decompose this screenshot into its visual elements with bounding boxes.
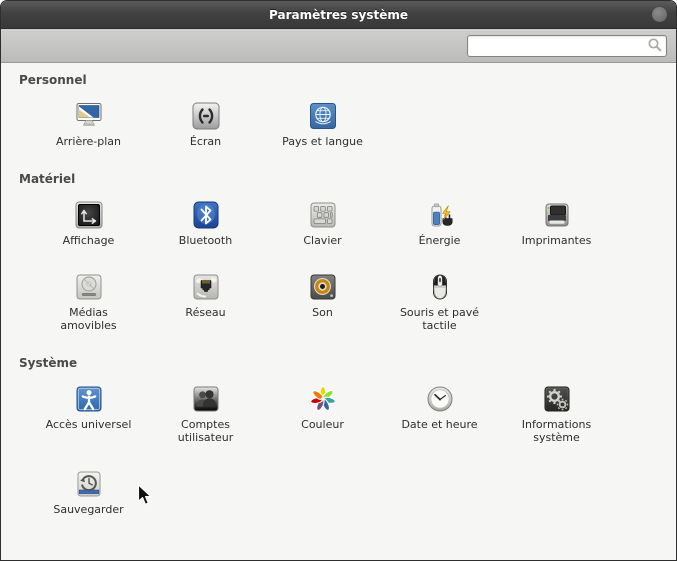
settings-item-color[interactable]: Couleur bbox=[264, 383, 381, 444]
section-header: Matériel bbox=[19, 172, 676, 186]
settings-item-user-accounts[interactable]: Comptes utilisateur bbox=[147, 383, 264, 444]
settings-item-region-language[interactable]: Pays et langue bbox=[264, 100, 381, 148]
settings-item-label: Énergie bbox=[419, 234, 461, 247]
settings-item-sound[interactable]: Son bbox=[264, 271, 381, 332]
settings-item-label: Sauvegarder bbox=[53, 503, 123, 516]
mouse-touchpad-icon bbox=[424, 271, 456, 303]
settings-item-label: Réseau bbox=[185, 306, 225, 319]
settings-item-label: Accès universel bbox=[46, 418, 132, 431]
backup-icon bbox=[73, 468, 105, 500]
settings-item-mouse-touchpad[interactable]: Souris et pavé tactile bbox=[381, 271, 498, 332]
background-icon bbox=[73, 100, 105, 132]
printers-icon bbox=[541, 199, 573, 231]
search-input[interactable] bbox=[467, 35, 667, 57]
region-language-icon bbox=[307, 100, 339, 132]
settings-item-label: Comptes utilisateur bbox=[178, 418, 234, 444]
bluetooth-icon bbox=[190, 199, 222, 231]
screen-icon bbox=[190, 100, 222, 132]
settings-item-date-time[interactable]: Date et heure bbox=[381, 383, 498, 444]
settings-item-backup[interactable]: Sauvegarder bbox=[30, 468, 147, 516]
settings-item-label: Informations système bbox=[522, 418, 591, 444]
titlebar[interactable]: Paramètres système bbox=[1, 1, 676, 29]
display-icon bbox=[73, 199, 105, 231]
settings-item-universal-access[interactable]: Accès universel bbox=[30, 383, 147, 444]
settings-item-bluetooth[interactable]: Bluetooth bbox=[147, 199, 264, 247]
removable-media-icon bbox=[73, 271, 105, 303]
settings-content: Personnel Arrière-plan Écran Pays et lan… bbox=[1, 63, 676, 560]
sound-icon bbox=[307, 271, 339, 303]
settings-item-label: Clavier bbox=[303, 234, 341, 247]
settings-item-network[interactable]: Réseau bbox=[147, 271, 264, 332]
date-time-icon bbox=[424, 383, 456, 415]
settings-item-label: Imprimantes bbox=[522, 234, 592, 247]
section-header: Système bbox=[19, 356, 676, 370]
settings-item-label: Date et heure bbox=[401, 418, 477, 431]
settings-item-label: Couleur bbox=[301, 418, 344, 431]
section-grid: Accès universel Comptes utilisateur Coul… bbox=[30, 383, 676, 516]
section-grid: Arrière-plan Écran Pays et langue bbox=[30, 100, 676, 148]
settings-item-label: Bluetooth bbox=[179, 234, 232, 247]
section-grid: Affichage Bluetooth Clavier Énergie Impr… bbox=[30, 199, 676, 332]
settings-item-printers[interactable]: Imprimantes bbox=[498, 199, 615, 247]
window-title: Paramètres système bbox=[269, 8, 408, 22]
toolbar bbox=[1, 29, 676, 63]
section-systeme: Système Accès universel Comptes utilisat… bbox=[1, 356, 676, 516]
settings-item-removable-media[interactable]: Médias amovibles bbox=[30, 271, 147, 332]
settings-item-keyboard[interactable]: Clavier bbox=[264, 199, 381, 247]
settings-item-label: Pays et langue bbox=[282, 135, 363, 148]
settings-item-power[interactable]: Énergie bbox=[381, 199, 498, 247]
keyboard-icon bbox=[307, 199, 339, 231]
settings-item-label: Écran bbox=[190, 135, 221, 148]
settings-sections: Personnel Arrière-plan Écran Pays et lan… bbox=[1, 73, 676, 516]
universal-access-icon bbox=[73, 383, 105, 415]
titlebar-button[interactable] bbox=[652, 7, 667, 22]
system-settings-window: Paramètres système Personnel Arrière-pla… bbox=[0, 0, 677, 561]
settings-item-label: Médias amovibles bbox=[60, 306, 116, 332]
color-icon bbox=[307, 383, 339, 415]
section-materiel: Matériel Affichage Bluetooth Clavier Éne… bbox=[1, 172, 676, 332]
settings-item-label: Affichage bbox=[63, 234, 115, 247]
settings-item-display[interactable]: Affichage bbox=[30, 199, 147, 247]
power-icon bbox=[424, 199, 456, 231]
settings-item-system-info[interactable]: Informations système bbox=[498, 383, 615, 444]
user-accounts-icon bbox=[190, 383, 222, 415]
settings-item-label: Arrière-plan bbox=[56, 135, 121, 148]
settings-item-label: Souris et pavé tactile bbox=[400, 306, 479, 332]
search-field-wrap bbox=[467, 34, 667, 56]
network-icon bbox=[190, 271, 222, 303]
section-personnel: Personnel Arrière-plan Écran Pays et lan… bbox=[1, 73, 676, 148]
settings-item-background[interactable]: Arrière-plan bbox=[30, 100, 147, 148]
system-info-icon bbox=[541, 383, 573, 415]
settings-item-label: Son bbox=[312, 306, 333, 319]
settings-item-screen[interactable]: Écran bbox=[147, 100, 264, 148]
section-header: Personnel bbox=[19, 73, 676, 87]
